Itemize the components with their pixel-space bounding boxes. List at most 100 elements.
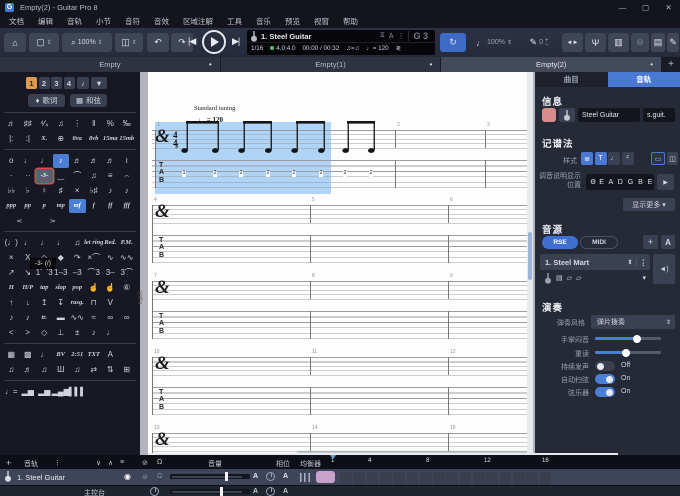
automation-button[interactable]: A bbox=[661, 235, 675, 249]
palette-cell[interactable]: ▂▅ bbox=[36, 385, 53, 399]
palette-cell[interactable]: ↷ bbox=[69, 251, 86, 265]
timeline-bar-block[interactable] bbox=[380, 472, 392, 485]
track-color-swatch[interactable] bbox=[542, 108, 556, 122]
mute-all-icon[interactable]: ⊘ bbox=[142, 459, 148, 467]
palette-cell[interactable]: 15ma bbox=[102, 132, 119, 146]
palette-cell[interactable]: 2:51 bbox=[69, 348, 86, 362]
palette-cell[interactable]: ⌒3 bbox=[86, 266, 103, 280]
solo-all-icon[interactable]: Ω bbox=[157, 459, 162, 466]
next-bar-button[interactable]: ▶| bbox=[232, 36, 239, 47]
palette-cell[interactable]: V bbox=[102, 296, 119, 310]
master-volume-automation[interactable]: A bbox=[253, 488, 258, 495]
palette-cell[interactable]: 3⌒ bbox=[119, 266, 136, 280]
visibility-icon[interactable]: ◉ bbox=[124, 472, 131, 481]
fret-number[interactable]: 2 bbox=[343, 171, 347, 177]
timeline-bar-block[interactable] bbox=[393, 472, 405, 485]
palette-cell[interactable] bbox=[102, 385, 119, 399]
master-row[interactable]: 主控台 A A bbox=[0, 486, 680, 496]
voice-1-button[interactable]: 1 bbox=[26, 77, 37, 89]
palette-cell[interactable]: ‰ bbox=[119, 117, 136, 131]
palette-cell[interactable]: ∿ bbox=[102, 251, 119, 265]
barline[interactable] bbox=[395, 160, 396, 188]
palette-cell[interactable]: mp bbox=[53, 199, 70, 213]
palette-cell[interactable]: ↑ bbox=[3, 296, 20, 310]
add-sound-button[interactable]: + bbox=[643, 235, 658, 249]
play-button[interactable] bbox=[202, 30, 226, 54]
ruler-number[interactable]: 1 bbox=[331, 458, 334, 464]
line-in-button[interactable]: ◄► bbox=[562, 33, 583, 52]
palette-cell[interactable]: 8va bbox=[69, 132, 86, 146]
palette-cell[interactable]: < bbox=[3, 326, 20, 340]
palette-cell[interactable]: p bbox=[36, 199, 53, 213]
track-solo-icon[interactable]: Ω bbox=[157, 473, 162, 480]
multivoice-view-button[interactable]: ▼ bbox=[91, 77, 107, 89]
timeline-bar-block[interactable] bbox=[526, 472, 538, 485]
palette-cell[interactable]: pp bbox=[20, 199, 37, 213]
master-gain-knob[interactable] bbox=[150, 487, 159, 496]
menu-item[interactable]: 编辑 bbox=[31, 16, 60, 27]
show-more-button[interactable]: 显示更多 ▾ bbox=[623, 198, 675, 211]
palette-cell[interactable]: –3 bbox=[69, 266, 86, 280]
new-tab-button[interactable]: + bbox=[662, 57, 680, 72]
palette-cell[interactable]: fff bbox=[119, 199, 136, 213]
undo-button[interactable]: ↶ bbox=[147, 33, 169, 52]
play-style-select[interactable]: 弹片拨奏⇕ bbox=[591, 315, 675, 329]
palette-cell[interactable]: Ш bbox=[53, 363, 70, 377]
palette-cell[interactable]: ‿ bbox=[53, 169, 70, 183]
palm-mute-slider[interactable] bbox=[595, 337, 661, 340]
palette-cell[interactable]: let ring bbox=[86, 236, 103, 250]
menu-item[interactable]: 音乐 bbox=[249, 16, 278, 27]
palette-cell[interactable]: ♮ bbox=[36, 184, 53, 198]
timeline-bar-block[interactable] bbox=[420, 472, 432, 485]
tab-track[interactable]: 音轨 bbox=[608, 72, 680, 87]
track-mute-icon[interactable]: ⊘ bbox=[142, 473, 148, 481]
palette-cell[interactable]: ff bbox=[102, 199, 119, 213]
palette-cell[interactable]: ♪ bbox=[102, 184, 119, 198]
palette-cell[interactable]: ☝ bbox=[86, 281, 103, 295]
palette-cell[interactable]: H/P bbox=[20, 281, 37, 295]
layout-dropdown[interactable]: ◫⇕ bbox=[115, 33, 143, 52]
palette-cell[interactable]: ♪ bbox=[53, 154, 70, 168]
palette-cell[interactable]: o bbox=[3, 154, 20, 168]
barline[interactable] bbox=[448, 357, 449, 375]
palette-cell[interactable]: TXT bbox=[86, 348, 103, 362]
countdown-control[interactable]: ✎0+− bbox=[519, 33, 559, 52]
effect-chain-bar[interactable]: ▤▱▱▾ bbox=[540, 272, 650, 284]
palette-cell[interactable]: P.M. bbox=[119, 236, 136, 250]
palette-cell[interactable]: ·· bbox=[20, 169, 37, 183]
instrument-icon-button[interactable] bbox=[559, 108, 575, 122]
palette-cell[interactable]: ⊓ bbox=[86, 296, 103, 310]
palette-cell[interactable]: ♯♯ bbox=[20, 117, 37, 131]
palette-cell[interactable]: ♬ bbox=[20, 363, 37, 377]
palette-cell[interactable]: ∿∿ bbox=[69, 311, 86, 325]
barline[interactable] bbox=[448, 433, 449, 451]
timeline-bar-block[interactable] bbox=[340, 472, 352, 485]
palette-cell[interactable]: ↧ bbox=[53, 296, 70, 310]
palette-cell[interactable]: ♫ bbox=[3, 363, 20, 377]
barline[interactable] bbox=[448, 205, 449, 223]
lcd-menu-icon[interactable]: ⋮ bbox=[397, 32, 404, 40]
note-beam-group[interactable] bbox=[237, 121, 274, 155]
timeline-bar-block[interactable] bbox=[353, 472, 365, 485]
chain-expand-icon[interactable]: ▾ bbox=[642, 274, 646, 282]
tuning-a-icon[interactable]: A bbox=[389, 33, 394, 40]
palette-cell[interactable]: ♫ bbox=[69, 363, 86, 377]
hourglass-icon[interactable]: ⧖ bbox=[380, 32, 385, 40]
fret-number[interactable]: 2 bbox=[369, 171, 373, 177]
barline[interactable] bbox=[395, 130, 396, 148]
master-pan-automation[interactable]: A bbox=[283, 488, 288, 495]
palette-cell[interactable]: ▦ bbox=[3, 348, 20, 362]
voice-3-button[interactable]: 3 bbox=[51, 77, 62, 89]
palette-cell[interactable]: :| bbox=[20, 132, 37, 146]
notation-style-grand[interactable]: ² bbox=[622, 152, 634, 165]
palette-cell[interactable] bbox=[119, 296, 136, 310]
fret-number[interactable]: 1 bbox=[182, 171, 186, 177]
orientation-vertical-button[interactable]: ◫ bbox=[667, 152, 678, 165]
palette-cell[interactable]: rasg. bbox=[69, 296, 86, 310]
fret-number[interactable]: 2 bbox=[239, 171, 243, 177]
palette-cell[interactable]: X. bbox=[36, 132, 53, 146]
timeline-bar-block[interactable] bbox=[473, 472, 485, 485]
collapse-icon[interactable]: ∨ bbox=[96, 459, 101, 467]
palette-cell[interactable]: BV bbox=[53, 348, 70, 362]
palette-cell[interactable]: ≡ bbox=[102, 169, 119, 183]
